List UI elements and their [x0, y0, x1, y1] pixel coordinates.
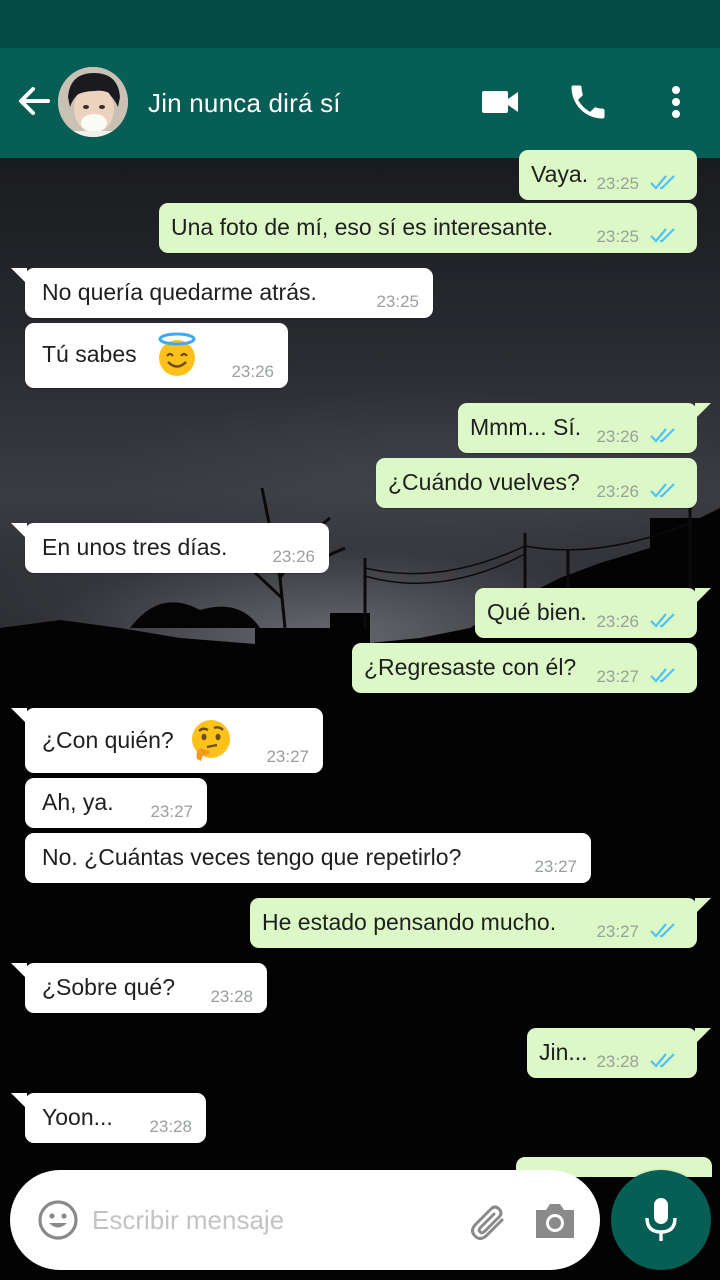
message-text: Vaya. [531, 161, 589, 187]
message-bubble-incoming[interactable]: No. ¿Cuántas veces tengo que repetirlo? … [25, 833, 591, 883]
voice-message-button[interactable] [611, 1170, 711, 1270]
phone-icon [571, 85, 605, 119]
message-text: Ah, ya. [42, 789, 114, 815]
message-time: 23:26 [596, 427, 639, 446]
bubble-tail [11, 1093, 27, 1109]
bubble-tail [11, 523, 27, 539]
camera-button[interactable] [532, 1200, 578, 1242]
message-time: 23:27 [266, 747, 309, 766]
message-text: ¿Con quién? [42, 727, 174, 753]
contact-photo [58, 67, 128, 137]
message-text: Qué bien. [487, 599, 587, 625]
message-time: 23:27 [534, 857, 577, 876]
read-ticks-icon [650, 483, 675, 498]
contact-name[interactable]: Jin nunca dirá sí [148, 88, 341, 119]
message-bubble-incoming[interactable]: Tú sabes 23:26 [25, 323, 288, 388]
status-bar [0, 0, 720, 48]
message-time: 23:28 [149, 1117, 192, 1136]
message-text: Jin... [539, 1039, 588, 1065]
message-bubble-outgoing[interactable]: Vaya. 23:25 [519, 150, 697, 200]
bubble-tail [695, 1028, 711, 1044]
emoji-button[interactable] [36, 1198, 80, 1242]
read-ticks-icon [650, 923, 675, 938]
more-vert-icon [672, 86, 680, 118]
message-input-placeholder[interactable]: Escribir mensaje [92, 1205, 284, 1236]
message-text: No quería quedarme atrás. [42, 279, 317, 305]
message-bubble-incoming[interactable]: ¿Con quién? 23:27 [11, 708, 323, 773]
message-text: He estado pensando mucho. [262, 909, 557, 935]
emoji-face-icon [38, 1200, 78, 1240]
arrow-left-icon [19, 87, 50, 115]
smiling-face-with-halo-icon [158, 332, 196, 376]
message-bubble-outgoing[interactable]: ¿Cuándo vuelves? 23:26 [376, 458, 697, 508]
message-bubble-incoming[interactable]: ¿Sobre qué? 23:28 [11, 963, 267, 1013]
menu-button[interactable] [654, 80, 698, 124]
read-ticks-icon [650, 428, 675, 443]
chat-header: Jin nunca dirá sí [0, 48, 720, 158]
message-text: ¿Regresaste con él? [364, 654, 577, 680]
read-ticks-icon [650, 613, 675, 628]
message-time: 23:28 [596, 1052, 639, 1071]
bubble-tail [695, 898, 711, 914]
videocam-icon [482, 91, 518, 113]
bubble-tail [695, 588, 711, 604]
thinking-face-icon [192, 720, 230, 761]
message-bubble-outgoing[interactable]: Qué bien. 23:26 [475, 588, 711, 638]
message-text: Yoon... [42, 1104, 113, 1130]
message-time: 23:25 [376, 292, 419, 311]
bubble-tail [11, 963, 27, 979]
message-bubble-outgoing[interactable]: Una foto de mí, eso sí es interesante. 2… [159, 203, 697, 253]
message-text: No. ¿Cuántas veces tengo que repetirlo? [42, 844, 462, 870]
message-time: 23:27 [150, 802, 193, 821]
paperclip-icon [471, 1205, 504, 1240]
message-bubble-incoming[interactable]: En unos tres días. 23:26 [11, 523, 329, 573]
avatar[interactable] [58, 67, 128, 137]
message-time: 23:25 [596, 227, 639, 246]
message-text: Mmm... Sí. [470, 414, 582, 440]
message-time: 23:25 [596, 174, 639, 193]
message-bubble-outgoing[interactable]: He estado pensando mucho. 23:27 [250, 898, 711, 948]
message-text: ¿Cuándo vuelves? [388, 469, 580, 495]
microphone-icon [645, 1198, 677, 1241]
camera-icon [536, 1204, 574, 1238]
bubble-tail [11, 268, 27, 284]
message-bubble-outgoing[interactable]: ¿Regresaste con él? 23:27 [352, 643, 697, 693]
read-ticks-icon [650, 175, 675, 190]
bubble-tail [11, 708, 27, 724]
message-input-bar[interactable]: Escribir mensaje [10, 1170, 600, 1270]
message-time: 23:28 [210, 987, 253, 1006]
message-text: Tú sabes [42, 341, 137, 367]
message-time: 23:27 [596, 922, 639, 941]
message-text: ¿Sobre qué? [42, 974, 175, 1000]
message-time: 23:26 [231, 362, 274, 381]
message-time: 23:27 [596, 667, 639, 686]
message-bubble-outgoing[interactable]: Jin... 23:28 [527, 1028, 711, 1078]
message-text: En unos tres días. [42, 534, 228, 560]
video-call-button[interactable] [478, 80, 522, 124]
attach-button[interactable] [466, 1200, 510, 1244]
back-button[interactable] [14, 81, 54, 121]
message-bubble-outgoing[interactable]: Mmm... Sí. 23:26 [458, 403, 711, 453]
message-time: 23:26 [596, 482, 639, 501]
message-bubble-incoming[interactable]: Ah, ya. 23:27 [25, 778, 207, 828]
message-time: 23:26 [596, 612, 639, 631]
read-ticks-icon [650, 668, 675, 683]
bubble-tail [695, 403, 711, 419]
read-ticks-icon [650, 1053, 675, 1068]
message-text: Una foto de mí, eso sí es interesante. [171, 214, 554, 240]
read-ticks-icon [650, 228, 675, 243]
message-bubble-incoming[interactable]: No quería quedarme atrás. 23:25 [11, 268, 433, 318]
message-bubble-incoming[interactable]: Yoon... 23:28 [11, 1093, 206, 1143]
voice-call-button[interactable] [566, 80, 610, 124]
message-time: 23:26 [272, 547, 315, 566]
